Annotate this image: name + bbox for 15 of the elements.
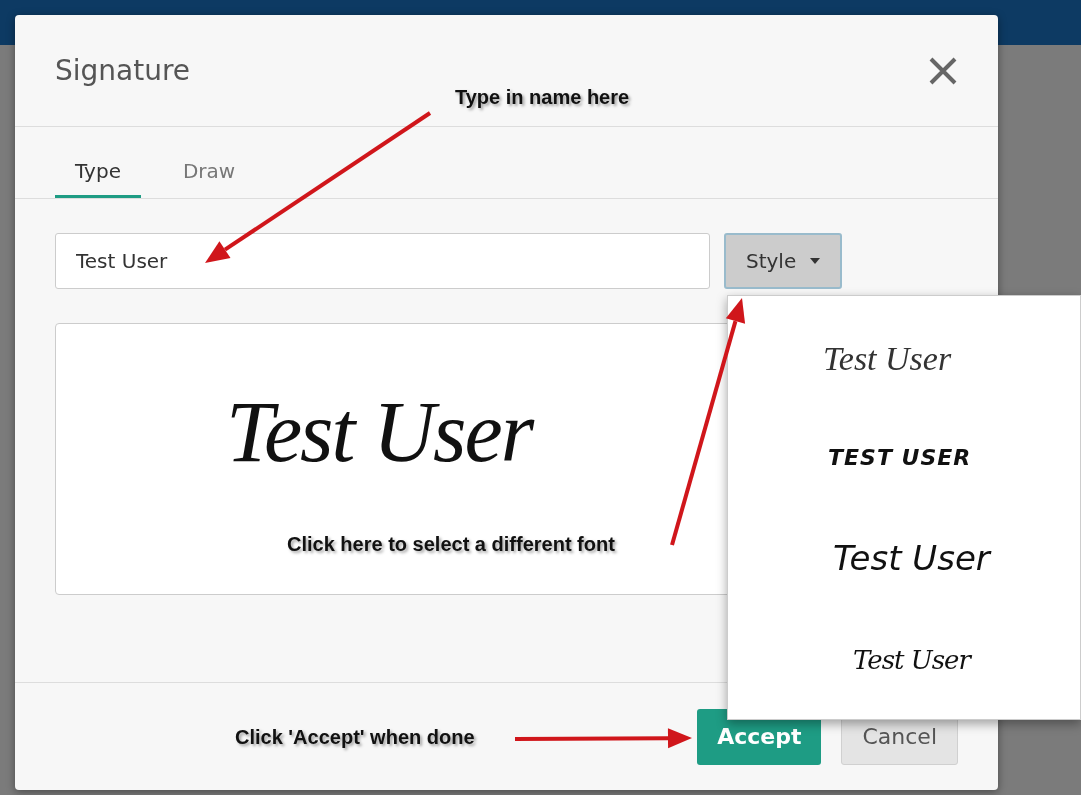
tab[interactable]: Draw (162, 149, 256, 198)
tab[interactable]: Type (55, 149, 141, 198)
style-option[interactable]: Test User (853, 645, 970, 676)
annotation-text: Click 'Accept' when done (235, 726, 475, 749)
style-option[interactable]: Test User (833, 537, 990, 578)
annotation-text: Click here to select a different font (287, 533, 615, 556)
style-option[interactable]: TEST USER (828, 445, 972, 471)
caret-icon (810, 258, 821, 264)
annotation-text: Type in name here (455, 86, 630, 109)
dialog-title: Signature (55, 54, 191, 87)
signature-text: Test User (226, 384, 533, 480)
name-field[interactable]: Test User (55, 233, 710, 289)
style-option[interactable]: Test User (823, 339, 952, 378)
style-dropdown[interactable]: Style (724, 233, 843, 289)
close-icon[interactable] (928, 55, 958, 86)
